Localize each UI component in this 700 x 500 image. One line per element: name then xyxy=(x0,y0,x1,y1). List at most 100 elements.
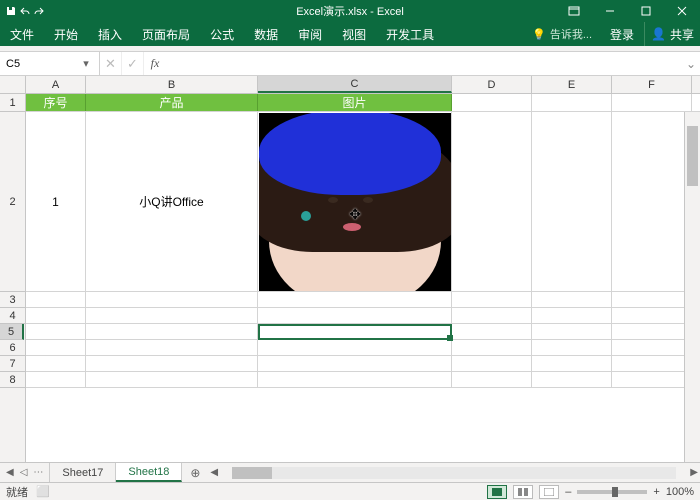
header-cell-C1[interactable]: 图片 xyxy=(258,94,452,111)
enter-formula-button[interactable]: ✓ xyxy=(122,52,144,75)
maximize-button[interactable] xyxy=(628,0,664,22)
hscroll-track[interactable] xyxy=(232,467,676,479)
cell-B3[interactable] xyxy=(86,292,258,307)
tab-insert[interactable]: 插入 xyxy=(88,22,132,46)
cell-D3[interactable] xyxy=(452,292,532,307)
row-header-4[interactable]: 4 xyxy=(0,308,25,324)
zoom-level[interactable]: 100% xyxy=(666,486,694,498)
cell-E2[interactable] xyxy=(532,112,612,291)
col-header-F[interactable]: F xyxy=(612,76,692,93)
login-button[interactable]: 登录 xyxy=(600,22,644,46)
cell-F1[interactable] xyxy=(612,94,692,111)
row-header-6[interactable]: 6 xyxy=(0,340,25,356)
cell-B2[interactable]: 小Q讲Office xyxy=(86,112,258,291)
macro-record-icon[interactable]: ⬜ xyxy=(36,485,50,498)
tab-pagelayout[interactable]: 页面布局 xyxy=(132,22,200,46)
cell-C7[interactable] xyxy=(258,356,452,371)
cell-D8[interactable] xyxy=(452,372,532,387)
header-cell-B1[interactable]: 产品 xyxy=(86,94,258,111)
cancel-formula-button[interactable]: ✕ xyxy=(100,52,122,75)
cell-F6[interactable] xyxy=(612,340,692,355)
select-all-corner[interactable] xyxy=(0,76,26,93)
cell-A2[interactable]: 1 xyxy=(26,112,86,291)
tab-data[interactable]: 数据 xyxy=(244,22,288,46)
tab-formulas[interactable]: 公式 xyxy=(200,22,244,46)
redo-icon[interactable] xyxy=(34,6,44,16)
cell-D2[interactable] xyxy=(452,112,532,291)
cell-C3[interactable] xyxy=(258,292,452,307)
vertical-scrollbar[interactable] xyxy=(684,112,700,462)
cell-E5[interactable] xyxy=(532,324,612,339)
cell-E1[interactable] xyxy=(532,94,612,111)
undo-icon[interactable] xyxy=(20,6,30,16)
cell-F7[interactable] xyxy=(612,356,692,371)
hscroll-thumb[interactable] xyxy=(232,467,272,479)
cell-F5[interactable] xyxy=(612,324,692,339)
cell-D6[interactable] xyxy=(452,340,532,355)
tell-me-search[interactable]: 💡 告诉我... xyxy=(524,22,600,46)
nav-prev-icon[interactable]: ◁ xyxy=(20,467,28,478)
nav-more-icon[interactable]: ⋯ xyxy=(33,467,43,478)
cell-C5[interactable] xyxy=(258,324,452,339)
view-normal-button[interactable] xyxy=(487,485,507,499)
cell-B5[interactable] xyxy=(86,324,258,339)
row-header-2[interactable]: 2 xyxy=(0,112,25,292)
tab-developer[interactable]: 开发工具 xyxy=(376,22,444,46)
save-icon[interactable] xyxy=(6,6,16,16)
new-sheet-button[interactable]: ⊕ xyxy=(182,463,208,482)
nav-first-icon[interactable]: ◀ xyxy=(6,467,14,478)
cell-B7[interactable] xyxy=(86,356,258,371)
cell-D5[interactable] xyxy=(452,324,532,339)
cell-A7[interactable] xyxy=(26,356,86,371)
cell-F2[interactable] xyxy=(612,112,692,291)
header-cell-A1[interactable]: 序号 xyxy=(26,94,86,111)
col-header-D[interactable]: D xyxy=(452,76,532,93)
sheet-tab-sheet17[interactable]: Sheet17 xyxy=(50,463,116,482)
col-header-A[interactable]: A xyxy=(26,76,86,93)
row-header-7[interactable]: 7 xyxy=(0,356,25,372)
row-header-5[interactable]: 5 xyxy=(0,324,24,340)
row-header-1[interactable]: 1 xyxy=(0,94,25,112)
col-header-E[interactable]: E xyxy=(532,76,612,93)
formula-input[interactable] xyxy=(166,52,682,75)
cell-D1[interactable] xyxy=(452,94,532,111)
col-header-B[interactable]: B xyxy=(86,76,258,93)
zoom-in-button[interactable]: + xyxy=(653,486,659,498)
horizontal-scrollbar[interactable]: ◀ ▶ xyxy=(208,463,700,482)
cell-F4[interactable] xyxy=(612,308,692,323)
row-header-3[interactable]: 3 xyxy=(0,292,25,308)
expand-formula-icon[interactable]: ⌄ xyxy=(682,57,700,71)
row-header-8[interactable]: 8 xyxy=(0,372,25,388)
cell-C4[interactable] xyxy=(258,308,452,323)
cell-B6[interactable] xyxy=(86,340,258,355)
cell-D4[interactable] xyxy=(452,308,532,323)
cell-C6[interactable] xyxy=(258,340,452,355)
cell-A3[interactable] xyxy=(26,292,86,307)
cells-area[interactable]: 序号 产品 图片 1 小Q讲Office xyxy=(26,94,700,462)
zoom-out-button[interactable]: – xyxy=(565,486,571,498)
cell-E7[interactable] xyxy=(532,356,612,371)
cell-B8[interactable] xyxy=(86,372,258,387)
cell-E8[interactable] xyxy=(532,372,612,387)
tab-home[interactable]: 开始 xyxy=(44,22,88,46)
hscroll-left-icon[interactable]: ◀ xyxy=(210,467,218,478)
col-header-C[interactable]: C xyxy=(258,76,452,93)
cell-A5[interactable] xyxy=(26,324,86,339)
embedded-picture[interactable]: ✥ xyxy=(259,113,451,291)
tab-nav[interactable]: ◀ ◁ ⋯ xyxy=(0,463,50,482)
fx-icon[interactable]: fx xyxy=(144,56,166,71)
cell-F3[interactable] xyxy=(612,292,692,307)
name-box[interactable]: C5 ▾ xyxy=(0,52,100,75)
vscroll-thumb[interactable] xyxy=(687,126,698,186)
cell-D7[interactable] xyxy=(452,356,532,371)
cell-A6[interactable] xyxy=(26,340,86,355)
cell-E6[interactable] xyxy=(532,340,612,355)
cell-E4[interactable] xyxy=(532,308,612,323)
tab-review[interactable]: 审阅 xyxy=(288,22,332,46)
cell-E3[interactable] xyxy=(532,292,612,307)
tab-view[interactable]: 视图 xyxy=(332,22,376,46)
tab-file[interactable]: 文件 xyxy=(0,22,44,46)
cell-B4[interactable] xyxy=(86,308,258,323)
view-pagebreak-button[interactable] xyxy=(539,485,559,499)
zoom-slider[interactable] xyxy=(577,490,647,494)
